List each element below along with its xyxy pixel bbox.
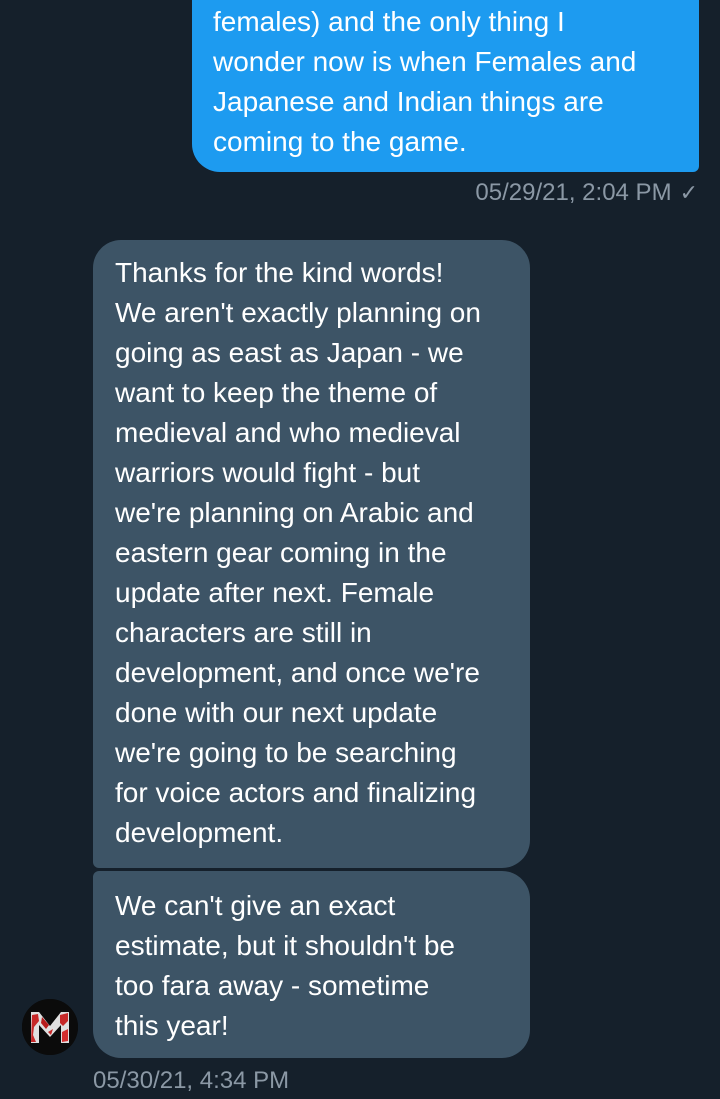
received-message-bubble[interactable]: Thanks for the kind words! We aren't exa… [93,240,530,868]
sender-avatar[interactable] [22,999,78,1055]
sent-message-bubble[interactable]: females) and the only thing I wonder now… [192,0,699,172]
checkmark-icon: ✓ [679,180,698,205]
dm-conversation: females) and the only thing I wonder now… [0,0,720,1099]
received-message-timestamp: 05/30/21, 4:34 PM [93,1067,290,1094]
received-message-bubble[interactable]: We can't give an exact estimate, but it … [93,871,530,1058]
sent-message-meta: 05/29/21, 2:04 PM ✓ [475,176,698,210]
m-logo-avatar-icon [22,999,78,1055]
sent-message-timestamp: 05/29/21, 2:04 PM [475,179,672,206]
